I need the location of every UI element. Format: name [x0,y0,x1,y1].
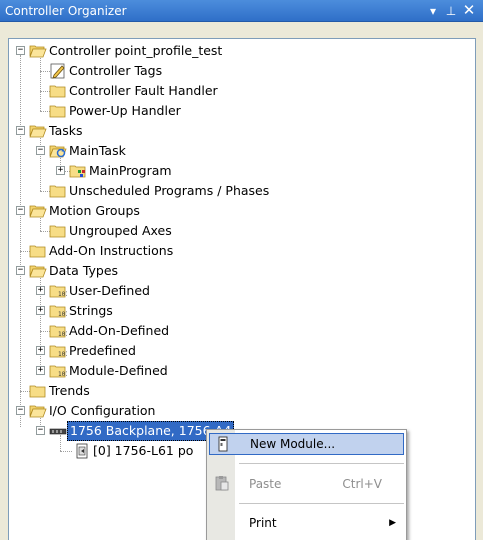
collapse-controller-toggle[interactable]: − [16,46,25,55]
panel-title: Controller Organizer [5,3,127,18]
tree-item-io-configuration[interactable]: I/O Configuration [29,401,157,421]
collapse-backplane-toggle[interactable]: − [36,426,45,435]
folder-icon [49,185,66,198]
expand-user-defined-toggle[interactable]: + [36,286,45,295]
pin-icon[interactable]: ⊥ [443,3,459,19]
tree-item-controller-tags[interactable]: Controller Tags [49,61,164,81]
tree-item-addon-defined[interactable]: 101 Add-On-Defined [49,321,171,341]
svg-text:101: 101 [58,351,67,358]
expand-module-defined-toggle[interactable]: + [36,366,45,375]
collapse-tasks-toggle[interactable]: − [16,126,25,135]
submenu-arrow-icon: ▶ [389,518,396,528]
open-folder-icon [29,265,47,278]
panel-titlebar: Controller Organizer ▾ ⊥ ✕ [0,0,483,22]
close-icon[interactable]: ✕ [461,3,477,19]
folder-icon [29,245,46,258]
tree-item-main-task[interactable]: MainTask [49,141,128,161]
collapse-data-types-toggle[interactable]: − [16,266,25,275]
folder-icon [29,385,46,398]
tree-item-powerup-handler[interactable]: Power-Up Handler [49,101,183,121]
datatype-folder-icon: 101 [49,325,67,338]
collapse-motion-groups-toggle[interactable]: − [16,206,25,215]
datatype-folder-icon: 101 [49,345,67,358]
collapse-maintask-toggle[interactable]: − [36,146,45,155]
tree-item-module-defined[interactable]: 101 Module-Defined [49,361,170,381]
open-folder-icon [29,405,47,418]
task-folder-icon [49,145,67,158]
datatype-folder-icon: 101 [49,365,67,378]
program-folder-icon [69,165,86,178]
tree-item-slot0-controller[interactable]: [0] 1756-L61 po [73,441,195,461]
tree-item-trends[interactable]: Trends [29,381,92,401]
backplane-icon [49,428,67,435]
menu-item-paste[interactable]: Paste Ctrl+V [209,473,404,495]
menu-separator [239,463,404,464]
expand-predefined-toggle[interactable]: + [36,346,45,355]
tree-item-addon-instructions[interactable]: Add-On Instructions [29,241,175,261]
expand-strings-toggle[interactable]: + [36,306,45,315]
menu-item-new-module[interactable]: New Module... [209,433,404,455]
dropdown-icon[interactable]: ▾ [425,3,441,19]
module-icon [76,443,88,459]
tree-item-ungrouped-axes[interactable]: Ungrouped Axes [49,221,174,241]
svg-text:101: 101 [58,331,67,338]
datatype-folder-icon: 101 [49,285,67,298]
paste-icon [215,476,229,491]
expand-mainprogram-toggle[interactable]: + [56,166,65,175]
folder-icon [49,85,66,98]
open-folder-icon [29,205,47,218]
tree-item-main-program[interactable]: MainProgram [69,161,174,181]
folder-icon [49,105,66,118]
open-folder-icon [29,125,47,138]
svg-text:101: 101 [58,371,67,378]
open-folder-icon [29,45,47,58]
folder-icon [49,225,66,238]
svg-text:101: 101 [58,291,67,298]
svg-text:101: 101 [58,311,67,318]
tags-pencil-icon [50,63,65,79]
tree-item-strings[interactable]: 101 Strings [49,301,115,321]
tree-item-user-defined[interactable]: 101 User-Defined [49,281,152,301]
datatype-folder-icon: 101 [49,305,67,318]
context-menu: New Module... Paste Ctrl+V Print ▶ [206,429,407,540]
tree-item-data-types[interactable]: Data Types [29,261,120,281]
menu-separator [239,503,404,504]
tree-item-fault-handler[interactable]: Controller Fault Handler [49,81,220,101]
tree-item-controller[interactable]: Controller point_profile_test [29,41,224,61]
collapse-io-config-toggle[interactable]: − [16,406,25,415]
new-module-icon [218,436,228,452]
tree-item-unscheduled-programs[interactable]: Unscheduled Programs / Phases [49,181,271,201]
tree-item-motion-groups[interactable]: Motion Groups [29,201,142,221]
tree-item-predefined[interactable]: 101 Predefined [49,341,138,361]
menu-item-print[interactable]: Print ▶ [209,512,404,534]
tree-item-tasks[interactable]: Tasks [29,121,85,141]
